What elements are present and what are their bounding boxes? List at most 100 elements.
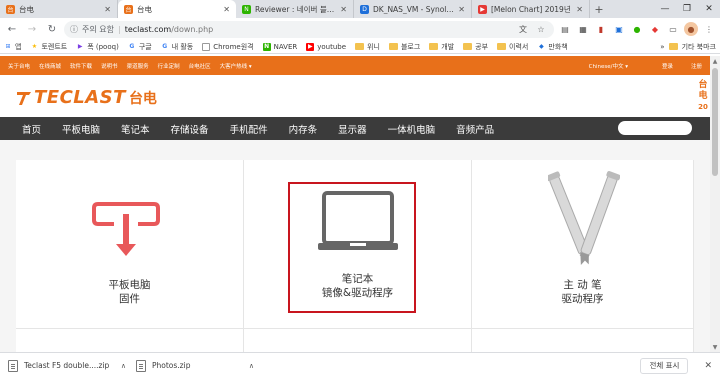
close-tab-icon[interactable]: ✕ bbox=[223, 5, 230, 14]
tab-title: [Melon Chart] 2019년 bbox=[491, 4, 571, 14]
bookmark-folder[interactable]: 위니 bbox=[355, 42, 380, 52]
top-link[interactable]: 在线商城 bbox=[39, 62, 61, 70]
info-icon[interactable]: ⓘ bbox=[70, 24, 78, 35]
chevron-up-icon[interactable]: ∧ bbox=[121, 362, 126, 370]
nav-phone-accessories[interactable]: 手机配件 bbox=[230, 122, 268, 136]
folder-icon bbox=[668, 43, 678, 50]
extension-icon[interactable]: ◆ bbox=[648, 22, 662, 36]
download-card-placeholder[interactable] bbox=[244, 328, 472, 352]
teclast-logo[interactable]: TECLAST 台电 bbox=[16, 87, 157, 108]
forward-arrow-icon[interactable]: → bbox=[24, 21, 40, 37]
evernote-icon[interactable]: ● bbox=[630, 22, 644, 36]
other-bookmarks-button[interactable]: 기타 북마크 bbox=[682, 42, 716, 52]
bookmark-item[interactable]: G 구글 bbox=[128, 42, 151, 52]
minimize-icon[interactable]: — bbox=[654, 0, 676, 18]
bookmark-apps[interactable]: ⊞ 앱 bbox=[4, 42, 21, 52]
close-shelf-icon[interactable]: ✕ bbox=[704, 361, 712, 371]
extension-icon[interactable]: ▣ bbox=[612, 22, 626, 36]
teclast-favicon-icon: 台 bbox=[6, 4, 15, 14]
tab-teclast-2[interactable]: 台 台电 ✕ bbox=[118, 0, 236, 18]
close-tab-icon[interactable]: ✕ bbox=[340, 5, 347, 14]
download-card-stylus-drivers[interactable]: 主 动 笔 驱动程序 bbox=[472, 160, 694, 328]
bookmark-folder[interactable]: 공부 bbox=[463, 42, 488, 52]
site-header: TECLAST 台电 台 电 20 bbox=[0, 75, 710, 117]
address-bar[interactable]: ⓘ 주의 요함 | teclast.com/down.php 文 ☆ bbox=[64, 20, 554, 38]
language-select[interactable]: Chinese/中文 ▾ bbox=[589, 62, 628, 70]
extension-icon[interactable]: ▮ bbox=[594, 22, 608, 36]
reload-icon[interactable]: ↻ bbox=[44, 21, 60, 37]
download-item[interactable]: Teclast F5 double....zip ∧ bbox=[8, 359, 126, 372]
tab-synology[interactable]: D DK_NAS_VM - Synology DiskStation ✕ bbox=[354, 0, 472, 18]
back-arrow-icon[interactable]: ← bbox=[4, 21, 20, 37]
top-link[interactable]: 关于台电 bbox=[8, 62, 30, 70]
side-badge[interactable]: 台 电 20 bbox=[696, 75, 710, 117]
naver-favicon-icon: N bbox=[242, 4, 251, 14]
close-tab-icon[interactable]: ✕ bbox=[458, 5, 465, 14]
maximize-icon[interactable]: ❐ bbox=[676, 0, 698, 18]
bookmark-item[interactable]: Chrome원격 bbox=[202, 42, 254, 52]
bookmark-item[interactable]: ▶ 폭 (pooq) bbox=[76, 42, 119, 52]
download-card-placeholder[interactable] bbox=[472, 328, 694, 352]
top-link[interactable]: 行业定制 bbox=[158, 62, 180, 70]
download-item[interactable]: Photos.zip ∧ bbox=[136, 359, 254, 372]
page-scrollbar[interactable]: ▲ ▼ bbox=[710, 56, 720, 352]
security-status[interactable]: 주의 요함 bbox=[82, 24, 114, 35]
login-link[interactable]: 登录 bbox=[662, 62, 673, 70]
scroll-up-icon[interactable]: ▲ bbox=[710, 56, 720, 66]
translate-icon[interactable]: 文 bbox=[516, 22, 530, 36]
card-subtitle: 固件 bbox=[119, 293, 140, 305]
top-link[interactable]: 说明书 bbox=[101, 62, 118, 70]
show-all-downloads-button[interactable]: 전체 표시 bbox=[640, 357, 689, 374]
download-card-placeholder[interactable] bbox=[16, 328, 244, 352]
scroll-down-icon[interactable]: ▼ bbox=[710, 342, 720, 352]
top-link[interactable]: 台电社区 bbox=[189, 62, 211, 70]
navigation-bar: ← → ↻ ⓘ 주의 요함 | teclast.com/down.php 文 ☆… bbox=[0, 18, 720, 40]
profile-avatar-icon[interactable]: ● bbox=[684, 22, 698, 36]
bookmark-item[interactable]: ★ 토렌트트 bbox=[30, 42, 67, 52]
bookmark-folder[interactable]: 개발 bbox=[429, 42, 454, 52]
new-tab-button[interactable]: + bbox=[590, 0, 608, 18]
close-tab-icon[interactable]: ✕ bbox=[576, 5, 583, 14]
nav-monitors[interactable]: 显示器 bbox=[338, 122, 367, 136]
bookmark-item[interactable]: ▶ youtube bbox=[306, 42, 346, 51]
file-icon bbox=[136, 359, 146, 372]
download-card-laptop-drivers[interactable]: 笔记本 镜像&驱动程序 bbox=[244, 160, 472, 328]
nav-storage[interactable]: 存储设备 bbox=[171, 122, 209, 136]
nav-home[interactable]: 首页 bbox=[22, 122, 41, 136]
close-tab-icon[interactable]: ✕ bbox=[104, 5, 111, 14]
cast-icon[interactable]: ▭ bbox=[666, 22, 680, 36]
more-bookmarks-button[interactable]: » bbox=[660, 43, 664, 51]
separator: | bbox=[117, 24, 121, 34]
nav-tablets[interactable]: 平板电脑 bbox=[62, 122, 100, 136]
folder-icon bbox=[388, 43, 398, 50]
scrollbar-thumb[interactable] bbox=[712, 68, 718, 176]
bookmark-folder[interactable]: 블로그 bbox=[388, 42, 420, 52]
nav-memory[interactable]: 内存条 bbox=[289, 122, 318, 136]
nav-audio[interactable]: 音频产品 bbox=[456, 122, 494, 136]
extension-icon[interactable]: ▦ bbox=[576, 22, 590, 36]
chevron-up-icon[interactable]: ∧ bbox=[249, 362, 254, 370]
tab-naver-blog[interactable]: N Reviewer : 네이버 블로그 ✕ bbox=[236, 0, 354, 18]
menu-icon[interactable]: ⋮ bbox=[702, 22, 716, 36]
bookmark-item[interactable]: N NAVER bbox=[262, 42, 297, 51]
tab-melon[interactable]: ▶ [Melon Chart] 2019년 ✕ bbox=[472, 0, 590, 18]
close-window-icon[interactable]: ✕ bbox=[698, 0, 720, 18]
bookmark-star-icon[interactable]: ☆ bbox=[534, 22, 548, 36]
folder-icon bbox=[355, 43, 365, 50]
extension-icon[interactable]: ▤ bbox=[558, 22, 572, 36]
download-card-tablet-firmware[interactable]: 平板电脑 固件 bbox=[16, 160, 244, 328]
bookmark-item[interactable]: ◆ 만화책 bbox=[537, 42, 568, 52]
site-search-input[interactable] bbox=[618, 121, 692, 135]
nav-all-in-one[interactable]: 一体机电脑 bbox=[388, 122, 436, 136]
register-link[interactable]: 注册 bbox=[691, 62, 702, 70]
logo-wordmark: TECLAST bbox=[34, 87, 126, 108]
top-link[interactable]: 软件下载 bbox=[70, 62, 92, 70]
hotline-dropdown[interactable]: 大客户热线 ▾ bbox=[220, 62, 252, 70]
bookmark-folder[interactable]: 이력서 bbox=[497, 42, 528, 52]
bookmark-item[interactable]: G 내 활동 bbox=[161, 42, 193, 52]
nav-laptops[interactable]: 笔记本 bbox=[121, 122, 150, 136]
top-link[interactable]: 渠道服务 bbox=[127, 62, 149, 70]
bookmark-label: 공부 bbox=[475, 42, 489, 51]
tab-title: DK_NAS_VM - Synology DiskStation bbox=[373, 4, 454, 14]
tab-teclast-1[interactable]: 台 台电 ✕ bbox=[0, 0, 118, 18]
